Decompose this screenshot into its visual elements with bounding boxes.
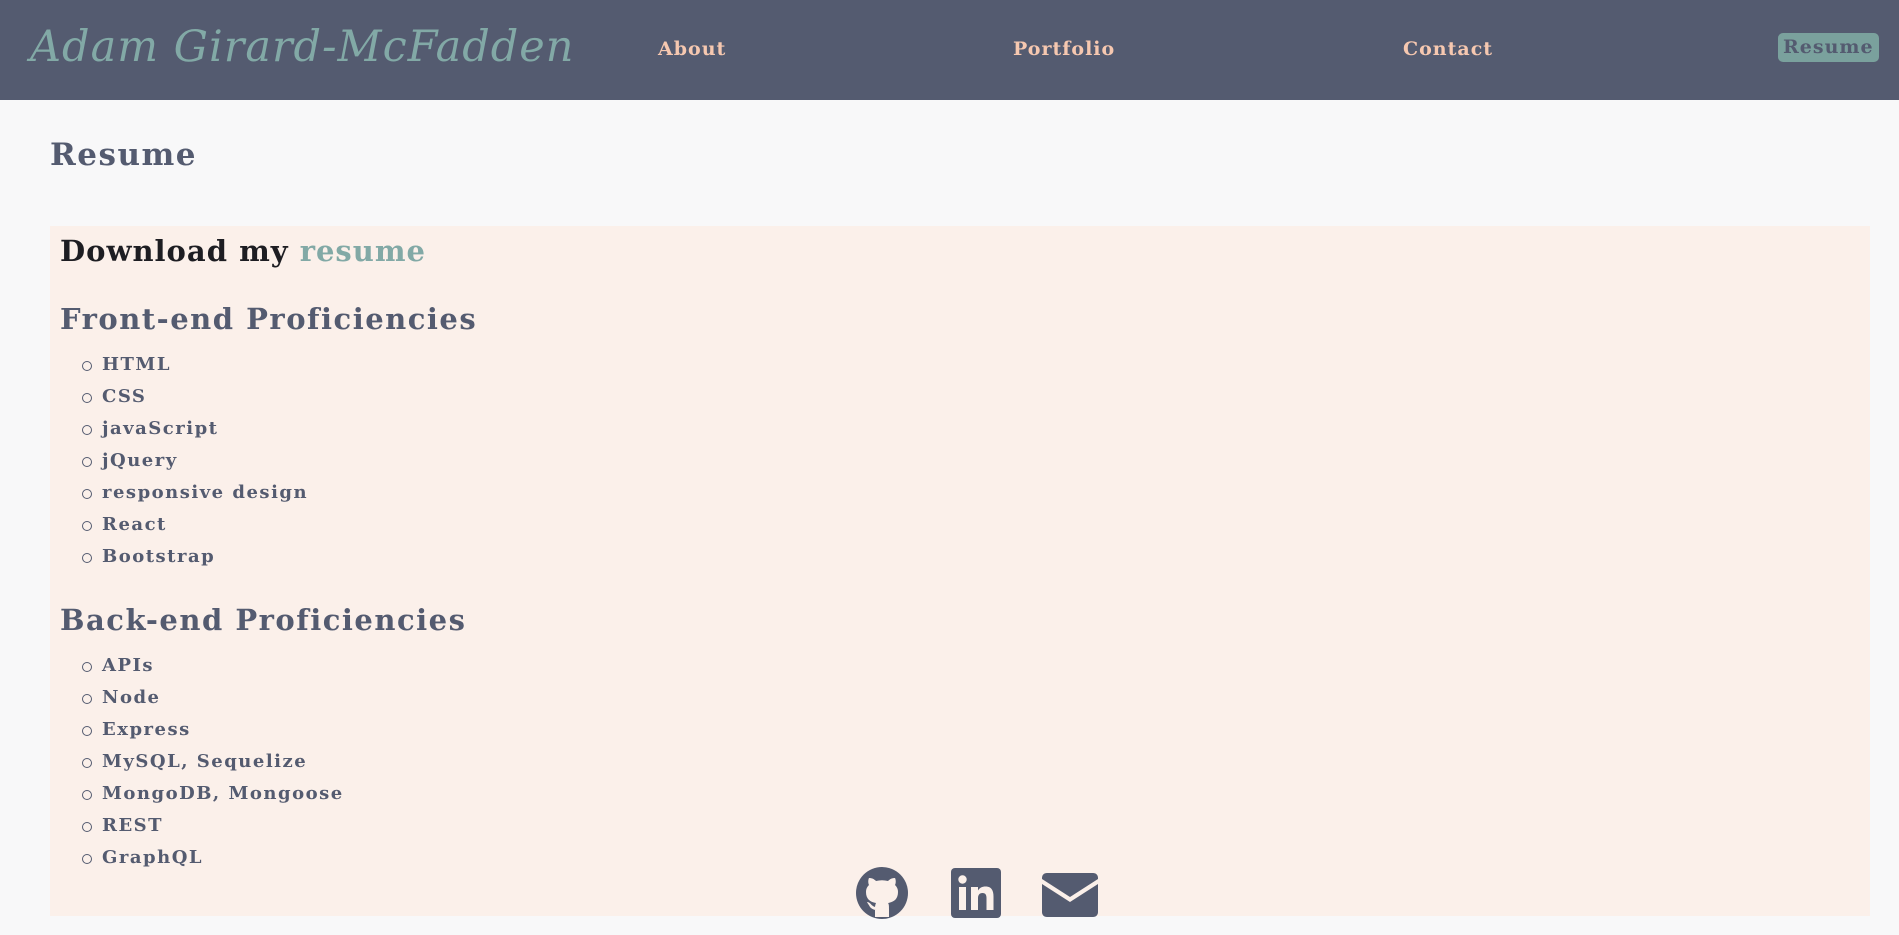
skill-label: REST (102, 815, 164, 836)
skill-label: CSS (102, 386, 147, 407)
skill-label: GraphQL (102, 847, 204, 868)
github-icon[interactable] (855, 866, 909, 920)
list-item: Express (82, 717, 344, 749)
list-item: CSS (82, 384, 308, 416)
nav-portfolio-link[interactable]: Portfolio (1013, 38, 1115, 60)
linkedin-icon[interactable] (951, 866, 1001, 920)
mail-icon[interactable] (1042, 866, 1098, 920)
skill-label: MongoDB, Mongoose (102, 783, 344, 804)
site-header: Adam Girard-McFadden About Portfolio Con… (0, 0, 1899, 100)
skill-label: Bootstrap (102, 546, 216, 567)
list-item: responsive design (82, 480, 308, 512)
bullet-icon (82, 457, 92, 467)
skill-label: MySQL, Sequelize (102, 751, 308, 772)
nav-contact-link[interactable]: Contact (1403, 38, 1493, 60)
list-item: MongoDB, Mongoose (82, 781, 344, 813)
front-end-list: HTML CSS javaScript jQuery responsive de… (82, 352, 308, 576)
bullet-icon (82, 425, 92, 435)
list-item: Node (82, 685, 344, 717)
list-item: React (82, 512, 308, 544)
list-item: javaScript (82, 416, 308, 448)
bullet-icon (82, 662, 92, 672)
skill-label: responsive design (102, 482, 309, 503)
download-line: Download my resume (60, 234, 426, 268)
skill-label: jQuery (102, 450, 178, 471)
bullet-icon (82, 854, 92, 864)
bullet-icon (82, 758, 92, 768)
bullet-icon (82, 393, 92, 403)
skill-label: APIs (102, 655, 155, 676)
back-end-list: APIs Node Express MySQL, Sequelize Mongo… (82, 653, 344, 877)
list-item: APIs (82, 653, 344, 685)
bullet-icon (82, 361, 92, 371)
resume-card: Download my resume Front-end Proficienci… (50, 226, 1870, 916)
bullet-icon (82, 726, 92, 736)
list-item: jQuery (82, 448, 308, 480)
list-item: REST (82, 813, 344, 845)
site-brand[interactable]: Adam Girard-McFadden (30, 22, 574, 72)
list-item: Bootstrap (82, 544, 308, 576)
nav-resume-link[interactable]: Resume (1778, 33, 1879, 62)
skill-label: Express (102, 719, 191, 740)
list-item: HTML (82, 352, 308, 384)
skill-label: javaScript (102, 418, 219, 439)
skill-label: React (102, 514, 167, 535)
bullet-icon (82, 521, 92, 531)
back-end-heading: Back-end Proficiencies (60, 603, 467, 637)
page-title: Resume (50, 137, 198, 173)
bullet-icon (82, 553, 92, 563)
front-end-heading: Front-end Proficiencies (60, 302, 478, 336)
nav-about-link[interactable]: About (658, 38, 726, 60)
bullet-icon (82, 790, 92, 800)
list-item: GraphQL (82, 845, 344, 877)
download-prefix: Download my (60, 234, 300, 268)
skill-label: Node (102, 687, 161, 708)
bullet-icon (82, 489, 92, 499)
resume-download-link[interactable]: resume (300, 234, 426, 268)
skill-label: HTML (102, 354, 171, 375)
list-item: MySQL, Sequelize (82, 749, 344, 781)
bullet-icon (82, 694, 92, 704)
bullet-icon (82, 822, 92, 832)
